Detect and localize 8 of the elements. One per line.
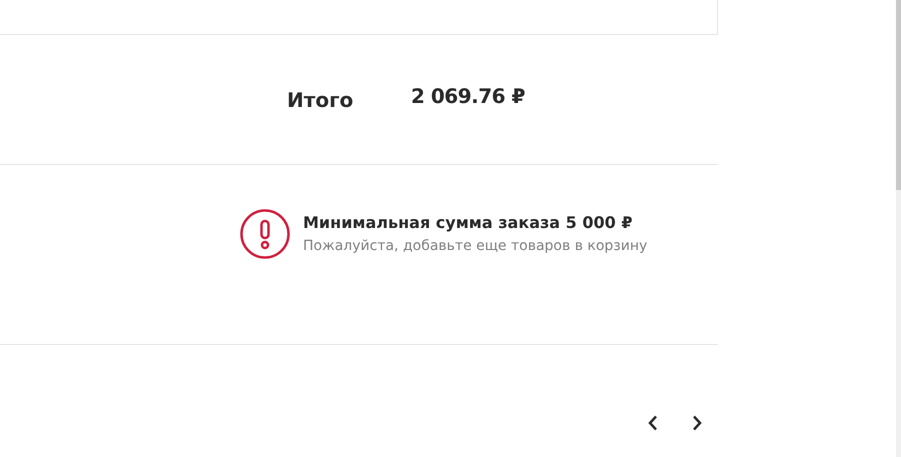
chevron-right-icon [692, 415, 702, 431]
total-label: Итого [287, 86, 354, 112]
scrollbar[interactable] [896, 0, 901, 457]
alert-message: Пожалуйста, добавьте еще товаров в корзину [303, 238, 648, 254]
alert-title: Минимальная сумма заказа 5 000 ₽ [303, 213, 634, 232]
chevron-left-icon [648, 415, 658, 431]
total-value: 2 069.76 ₽ [411, 84, 525, 108]
warning-icon [240, 208, 290, 258]
